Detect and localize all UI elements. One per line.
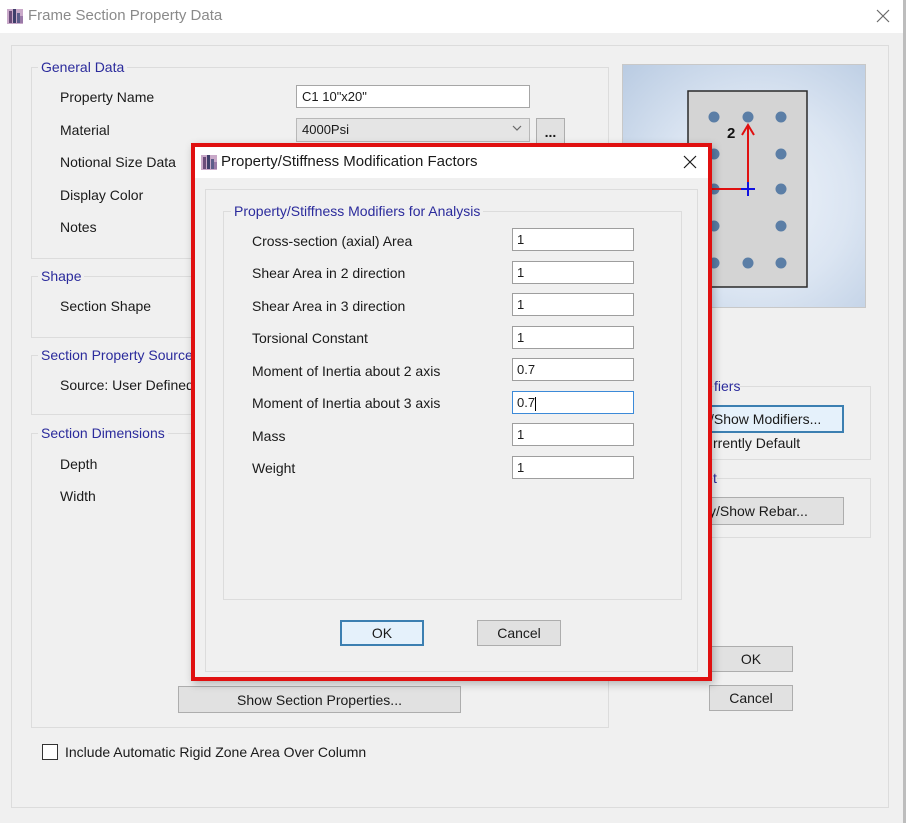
inertia-3-value: 0.7	[517, 395, 536, 410]
rigid-zone-checkbox[interactable]	[42, 744, 58, 760]
modifier-label: Moment of Inertia about 3 axis	[252, 395, 441, 411]
material-browse-button[interactable]: ...	[536, 118, 565, 145]
property-name-label: Property Name	[60, 89, 155, 105]
notional-size-label: Notional Size Data	[60, 154, 176, 170]
source-label: Source: User Defined	[60, 377, 194, 393]
torsional-constant-input[interactable]: 1	[512, 326, 634, 349]
weight-input[interactable]: 1	[512, 456, 634, 479]
inertia-3-input[interactable]: 0.7	[512, 391, 634, 414]
section-shape-label: Section Shape	[60, 298, 152, 314]
modifier-label: Mass	[252, 428, 286, 444]
axial-area-input[interactable]: 1	[512, 228, 634, 251]
modifier-label: Moment of Inertia about 2 axis	[252, 363, 441, 379]
close-icon[interactable]	[873, 6, 893, 26]
property-modifiers-legend: fiers	[714, 378, 741, 394]
modifiers-dialog: Property/Stiffness Modification Factors …	[191, 143, 712, 681]
modifier-label: Cross-section (axial) Area	[252, 233, 413, 249]
section-property-source-legend: Section Property Source	[38, 347, 196, 363]
text-caret	[535, 396, 537, 411]
modifiers-status: rrently Default	[713, 435, 801, 451]
notes-label: Notes	[60, 219, 97, 235]
modifier-label: Shear Area in 3 direction	[252, 298, 406, 314]
window-title: Frame Section Property Data	[28, 7, 223, 24]
modifier-label: Torsional Constant	[252, 330, 368, 346]
general-data-legend: General Data	[38, 59, 128, 75]
window-titlebar: Frame Section Property Data	[0, 0, 906, 33]
ok-button[interactable]: OK	[709, 646, 793, 672]
reinforcement-legend: t	[713, 470, 717, 486]
material-value: 4000Psi	[302, 122, 349, 137]
dialog-title: Property/Stiffness Modification Factors	[221, 153, 478, 170]
section-dimensions-legend: Section Dimensions	[38, 425, 168, 441]
cancel-button[interactable]: Cancel	[709, 685, 793, 711]
width-label: Width	[60, 488, 96, 504]
display-color-label: Display Color	[60, 187, 144, 203]
modifier-label: Shear Area in 2 direction	[252, 265, 406, 281]
shear-area-2-input[interactable]: 1	[512, 261, 634, 284]
axis-2-label: 2	[727, 125, 735, 142]
dialog-ok-button[interactable]: OK	[340, 620, 424, 646]
material-select[interactable]: 4000Psi	[296, 118, 530, 142]
chevron-down-icon	[511, 122, 523, 137]
dialog-titlebar: Property/Stiffness Modification Factors	[195, 147, 708, 178]
app-icon	[6, 7, 24, 25]
inertia-2-input[interactable]: 0.7	[512, 358, 634, 381]
modifiers-group-legend: Property/Stiffness Modifiers for Analysi…	[231, 203, 484, 219]
shape-legend: Shape	[38, 268, 85, 284]
dialog-cancel-button[interactable]: Cancel	[477, 620, 561, 646]
shear-area-3-input[interactable]: 1	[512, 293, 634, 316]
app-icon	[200, 153, 218, 171]
show-section-properties-button[interactable]: Show Section Properties...	[178, 686, 461, 713]
close-icon[interactable]	[681, 153, 699, 171]
modifier-label: Weight	[252, 460, 296, 476]
rigid-zone-label: Include Automatic Rigid Zone Area Over C…	[65, 744, 367, 760]
mass-input[interactable]: 1	[512, 423, 634, 446]
material-label: Material	[60, 122, 110, 138]
depth-label: Depth	[60, 456, 98, 472]
property-name-input[interactable]: C1 10"x20"	[296, 85, 530, 108]
